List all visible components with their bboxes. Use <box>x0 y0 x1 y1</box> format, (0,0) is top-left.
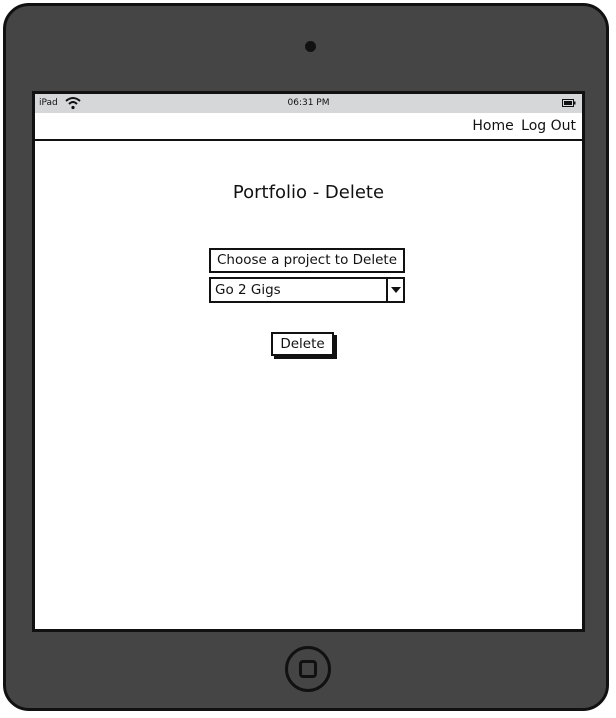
select-arrow[interactable] <box>386 279 403 301</box>
home-button[interactable] <box>285 646 331 692</box>
nav-links: Home Log Out <box>469 118 576 134</box>
select-value: Go 2 Gigs <box>215 282 281 298</box>
delete-button[interactable]: Delete <box>271 332 334 356</box>
chevron-down-icon <box>391 287 401 293</box>
camera-icon <box>305 41 316 52</box>
home-square-icon <box>299 660 317 678</box>
nav-bar: Home Log Out <box>35 113 582 141</box>
status-time: 06:31 PM <box>287 98 330 108</box>
choose-project-label: Choose a project to Delete <box>209 248 405 273</box>
ipad-device-frame: iPad 06:31 PM Home Log Out Portfolio - D… <box>3 3 609 711</box>
screen: iPad 06:31 PM Home Log Out Portfolio - D… <box>32 91 585 632</box>
project-select[interactable]: Go 2 Gigs <box>209 277 405 303</box>
battery-icon <box>562 99 576 107</box>
page-title: Portfolio - Delete <box>232 182 385 203</box>
logout-link[interactable]: Log Out <box>521 118 576 134</box>
home-link[interactable]: Home <box>472 118 513 134</box>
status-bar: iPad 06:31 PM <box>35 94 582 113</box>
